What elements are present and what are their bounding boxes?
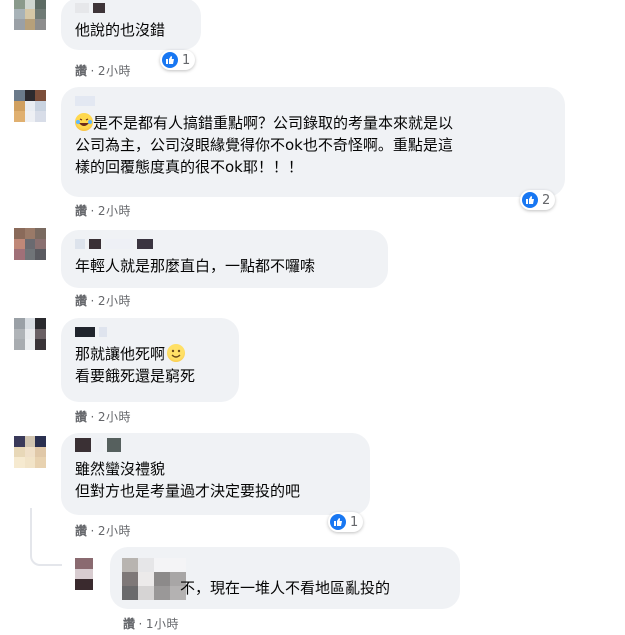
comment-text: 樣的回覆態度真的很不ok耶！！！ [75, 158, 303, 176]
reply-bubble: 不，現在一堆人不看地區亂投的 [110, 547, 460, 609]
comment-bubble: 那就讓他死啊 看要餓死還是窮死 [61, 318, 239, 402]
comment-text: 看要餓死還是窮死 [75, 367, 196, 385]
comment-author-name[interactable] [75, 239, 374, 251]
comment-actions: 讚 · 2小時 [75, 522, 131, 539]
timestamp[interactable]: 2小時 [98, 410, 131, 424]
like-button[interactable]: 讚 [75, 204, 88, 218]
comment-bubble: 雖然蠻沒禮貌 但對方也是考量過才決定要投的吧 [61, 433, 370, 515]
avatar[interactable] [75, 558, 93, 590]
reply-actions: 讚 · 1小時 [123, 615, 179, 632]
separator: · [90, 410, 95, 424]
comment-text: 他說的也沒錯 [75, 21, 166, 39]
like-button[interactable]: 讚 [123, 617, 136, 631]
comment-actions: 讚 · 2小時 [75, 292, 131, 309]
separator: · [90, 524, 95, 538]
avatar[interactable] [14, 0, 46, 30]
timestamp[interactable]: 2小時 [98, 64, 131, 78]
reaction-count: 1 [350, 514, 359, 530]
timestamp[interactable]: 2小時 [98, 524, 131, 538]
timestamp[interactable]: 2小時 [98, 294, 131, 308]
avatar[interactable] [14, 90, 46, 122]
like-icon [330, 514, 346, 530]
reply-text: 不，現在一堆人不看地區亂投的 [180, 579, 391, 597]
comment-bubble: 他說的也沒錯 [61, 0, 201, 50]
comment-text: 是不是都有人搞錯重點啊？公司錄取的考量本來就是以 [93, 114, 454, 132]
comment-actions: 讚 · 2小時 [75, 62, 131, 79]
comment-author-name[interactable] [75, 327, 225, 339]
comment-text: 但對方也是考量過才決定要投的吧 [75, 482, 301, 500]
timestamp[interactable]: 2小時 [98, 204, 131, 218]
like-button[interactable]: 讚 [75, 524, 88, 538]
reaction-count-badge[interactable]: 1 [160, 50, 196, 70]
reply-author-name[interactable] [122, 558, 186, 600]
like-button[interactable]: 讚 [75, 64, 88, 78]
timestamp[interactable]: 1小時 [146, 617, 179, 631]
comment-text-line: 是不是都有人搞錯重點啊？公司錄取的考量本來就是以 [75, 112, 551, 134]
comment-text: 那就讓他死啊 [75, 345, 166, 363]
avatar[interactable] [14, 318, 46, 350]
comment-author-name[interactable] [75, 96, 551, 108]
avatar[interactable] [14, 436, 46, 468]
comment-actions: 讚 · 2小時 [75, 202, 131, 219]
comment-text: 年輕人就是那麼直白，一點都不囉嗦 [75, 257, 316, 275]
like-button[interactable]: 讚 [75, 294, 88, 308]
like-icon [522, 192, 538, 208]
smile-emoji [167, 344, 186, 362]
comment-author-name[interactable] [75, 3, 187, 15]
comment-bubble: 是不是都有人搞錯重點啊？公司錄取的考量本來就是以 公司為主，公司沒眼緣覺得你不o… [61, 87, 565, 197]
comment-actions: 讚 · 2小時 [75, 408, 131, 425]
comment-author-name[interactable] [75, 438, 356, 454]
separator: · [90, 64, 95, 78]
separator: · [90, 204, 95, 218]
laughing-crying-emoji [75, 113, 93, 131]
reaction-count: 1 [182, 52, 191, 68]
comment-bubble: 年輕人就是那麼直白，一點都不囉嗦 [61, 230, 388, 288]
comment-text: 雖然蠻沒禮貌 [75, 460, 166, 478]
separator: · [90, 294, 95, 308]
comment-text-line: 那就讓他死啊 [75, 343, 225, 365]
separator: · [138, 617, 143, 631]
like-button[interactable]: 讚 [75, 410, 88, 424]
reaction-count-badge[interactable]: 2 [520, 190, 556, 210]
like-icon [162, 52, 178, 68]
reaction-count-badge[interactable]: 1 [328, 512, 364, 532]
reply-thread-line [30, 508, 62, 566]
reaction-count: 2 [542, 192, 551, 208]
comment-text: 公司為主，公司沒眼緣覺得你不ok也不奇怪啊。重點是這 [75, 136, 453, 154]
avatar[interactable] [14, 228, 46, 260]
